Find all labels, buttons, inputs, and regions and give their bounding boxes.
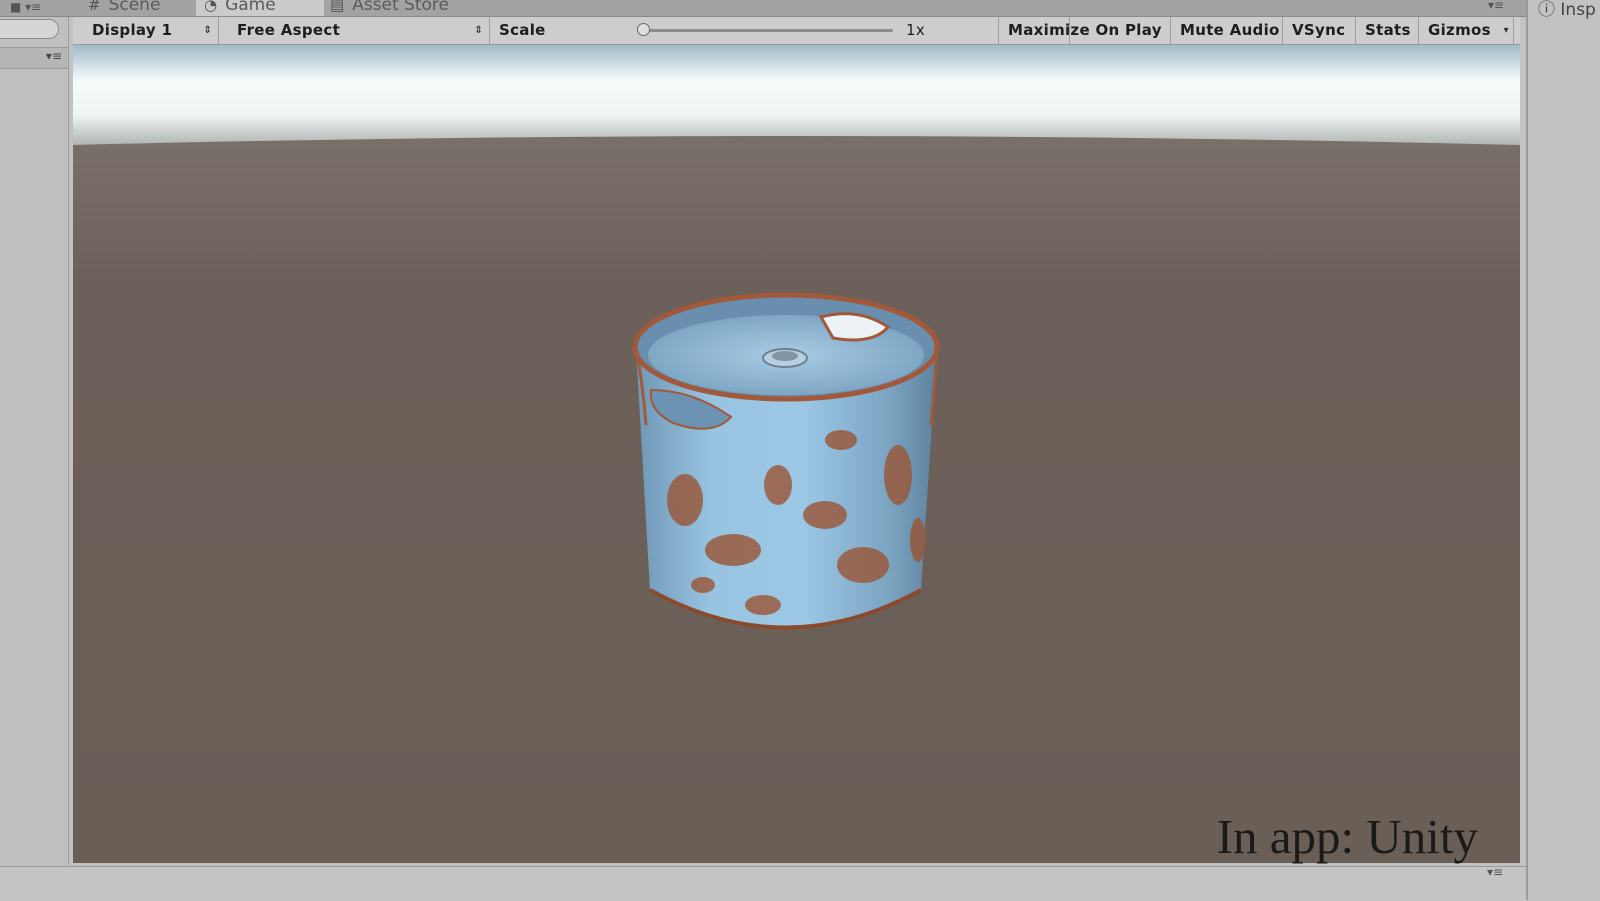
scale-slider-thumb[interactable] — [637, 23, 650, 36]
scale-label: Scale — [499, 21, 546, 39]
gizmos-label: Gizmos — [1428, 21, 1491, 39]
panel-options-icon[interactable]: ▾≡ — [46, 49, 62, 63]
maximize-on-play-label: Maximize On Play — [1008, 21, 1162, 39]
hierarchy-toolbar: ▾≡ — [0, 47, 68, 69]
tab-scene-label: Scene — [108, 0, 161, 15]
scene-render — [73, 45, 1520, 863]
info-icon: ⓘ — [1538, 0, 1555, 20]
mute-audio-button[interactable]: Mute Audio — [1171, 17, 1283, 44]
sky — [73, 45, 1520, 145]
tab-game[interactable]: ◔ Game — [196, 0, 324, 16]
tab-scene[interactable]: # Scene — [80, 0, 200, 16]
dropdown-arrows-icon: ⇕ — [474, 25, 483, 36]
barrel — [632, 292, 940, 630]
dropdown-arrows-icon: ⇕ — [203, 25, 212, 36]
tab-menu-icon[interactable]: ▾≡ — [1488, 0, 1504, 12]
scale-slider-track[interactable] — [643, 29, 893, 32]
stats-label: Stats — [1365, 21, 1411, 39]
maximize-on-play-button[interactable]: Maximize On Play — [998, 17, 1171, 44]
stats-button[interactable]: Stats — [1356, 17, 1419, 44]
tab-inspector-label: Insp — [1560, 0, 1596, 20]
gizmos-button[interactable]: Gizmos ▾ — [1419, 17, 1514, 44]
hierarchy-search-input[interactable] — [0, 19, 59, 39]
hierarchy-panel: ▾≡ — [0, 17, 69, 865]
panel-menu-icon[interactable]: ■ ▾≡ — [10, 0, 41, 14]
display-dropdown-label: Display 1 — [92, 21, 173, 39]
store-icon: ▤ — [330, 0, 345, 14]
vsync-label: VSync — [1292, 21, 1346, 39]
status-bar: ▾≡ — [0, 865, 1526, 901]
editor-tab-bar: ■ ▾≡ # Scene ◔ Game ▤ Asset Store ▾≡ — [0, 0, 1526, 17]
tab-inspector[interactable]: ⓘ Insp — [1538, 0, 1596, 20]
pacman-icon: ◔ — [204, 0, 218, 14]
inspector-panel: ⓘ Insp — [1526, 0, 1600, 900]
scale-value: 1x — [906, 21, 926, 39]
mute-audio-label: Mute Audio — [1180, 21, 1280, 39]
tab-asset-store-label: Asset Store — [352, 0, 449, 15]
game-viewport[interactable] — [73, 45, 1520, 863]
game-view-toolbar: Display 1 ⇕ Free Aspect ⇕ Scale 1x Maxim… — [73, 17, 1520, 45]
aspect-dropdown-label: Free Aspect — [237, 21, 341, 39]
aspect-dropdown[interactable]: Free Aspect ⇕ — [228, 17, 490, 44]
vsync-button[interactable]: VSync — [1283, 17, 1356, 44]
watermark-caption: In app: Unity — [1216, 809, 1478, 864]
hash-icon: # — [88, 0, 101, 14]
gizmos-dropdown-icon[interactable]: ▾ — [1504, 17, 1509, 44]
display-dropdown[interactable]: Display 1 ⇕ — [83, 17, 219, 44]
tab-asset-store[interactable]: ▤ Asset Store — [322, 0, 490, 16]
bottom-menu-icon[interactable]: ▾≡ — [1487, 865, 1503, 879]
tab-game-label: Game — [225, 0, 276, 15]
